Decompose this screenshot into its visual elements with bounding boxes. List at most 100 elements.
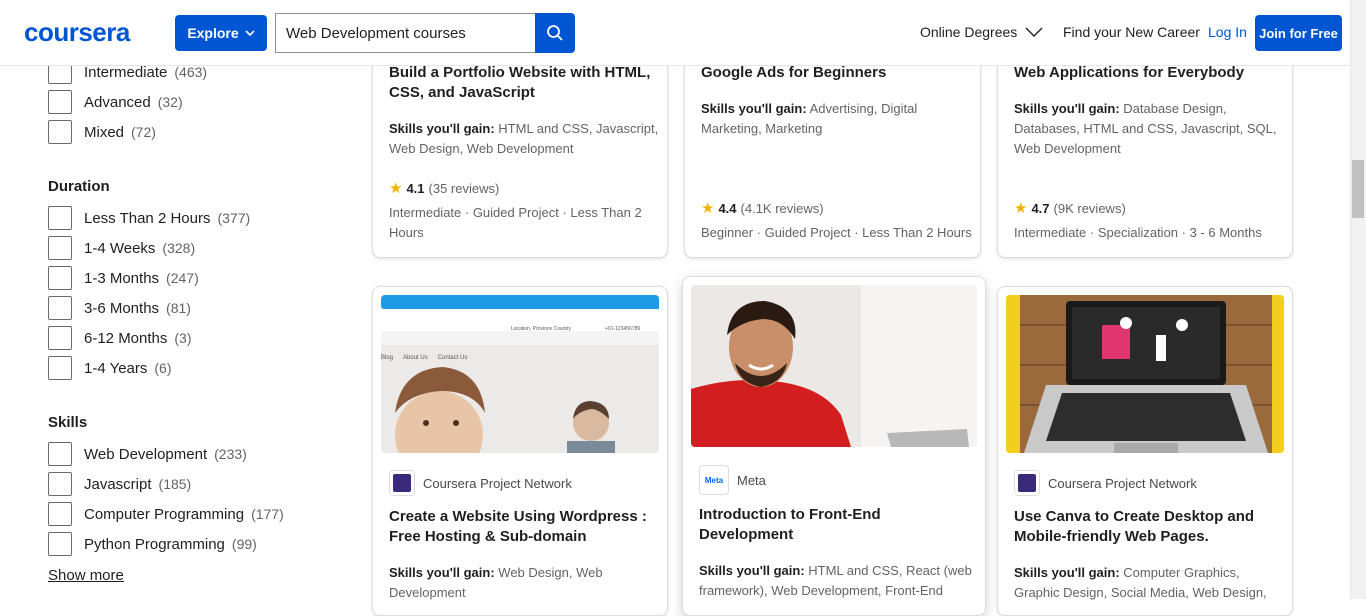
course-card[interactable]: Meta Meta Introduction to Front-End Deve… (682, 276, 986, 616)
filter-label: 1-3 Months (84, 269, 160, 287)
checkbox[interactable] (48, 90, 72, 114)
checkbox[interactable] (48, 442, 72, 466)
skills-label: Skills you'll gain: (701, 101, 807, 116)
course-card[interactable]: Location, Province Country +01-123456789… (372, 286, 668, 616)
filter-option-mixed[interactable]: Mixed (72) (48, 120, 156, 144)
checkbox[interactable] (48, 472, 72, 496)
checkbox[interactable] (48, 356, 72, 380)
page-scrollbar[interactable] (1350, 0, 1366, 599)
course-meta: Intermediate · Guided Project · Less Tha… (389, 203, 642, 243)
filter-count: (185) (158, 476, 192, 492)
checkbox[interactable] (48, 236, 72, 260)
join-for-free-button[interactable]: Join for Free (1255, 15, 1342, 51)
skills-label: Skills you'll gain: (1014, 565, 1120, 580)
course-thumbnail (691, 285, 977, 447)
checkbox[interactable] (48, 120, 72, 144)
course-skills: Skills you'll gain: HTML and CSS, React … (699, 561, 972, 601)
course-meta: Beginner · Guided Project · Less Than 2 … (701, 223, 972, 243)
filter-option-skill[interactable]: Javascript (185) (48, 472, 191, 496)
chevron-down-icon (1025, 27, 1043, 37)
course-rating: ★ 4.4 (4.1K reviews) (701, 199, 824, 217)
explore-button[interactable]: Explore (175, 15, 267, 51)
course-title[interactable]: Introduction to Front-End Development (699, 505, 881, 545)
search-button[interactable] (535, 13, 575, 53)
checkbox[interactable] (48, 296, 72, 320)
filter-label: 6-12 Months (84, 329, 168, 347)
chevron-down-icon (245, 30, 255, 36)
filter-count: (247) (166, 270, 199, 286)
partner-info: Coursera Project Network (389, 470, 572, 496)
course-title-line: Create a Website Using Wordpress : (389, 508, 647, 525)
course-thumbnail (1006, 295, 1284, 453)
rating-value: 4.4 (718, 200, 737, 216)
star-icon: ★ (701, 200, 715, 217)
course-title-line: Mobile-friendly Web Pages. (1014, 528, 1209, 545)
course-title-line: Introduction to Front-End (699, 506, 881, 523)
meta-logo: Meta (699, 465, 729, 495)
meta-thumbnail-image (691, 285, 977, 447)
checkbox[interactable] (48, 326, 72, 350)
skills-label: Skills you'll gain: (699, 563, 805, 578)
filter-option-duration[interactable]: Less Than 2 Hours (377) (48, 206, 250, 230)
skills-text: Development (389, 585, 466, 600)
star-icon: ★ (1014, 200, 1028, 217)
filter-option-skill[interactable]: Computer Programming (177) (48, 502, 284, 526)
checkbox[interactable] (48, 532, 72, 556)
scrollbar-thumb[interactable] (1352, 160, 1364, 218)
filter-label: Advanced (84, 93, 151, 111)
filter-option-skill[interactable]: Python Programming (99) (48, 532, 257, 556)
login-link[interactable]: Log In (1208, 24, 1247, 40)
course-title[interactable]: Use Canva to Create Desktop and Mobile-f… (1014, 507, 1254, 547)
filter-option-duration[interactable]: 6-12 Months (3) (48, 326, 192, 350)
course-title-line: CSS, and JavaScript (389, 84, 535, 101)
skills-label: Skills you'll gain: (389, 121, 495, 136)
course-title[interactable]: Web Applications for Everybody (1014, 63, 1244, 83)
filter-option-advanced[interactable]: Advanced (32) (48, 90, 183, 114)
wordpress-thumbnail-image (381, 295, 659, 453)
skills-text: HTML and CSS, Javascript, (494, 121, 659, 136)
nav-find-career[interactable]: Find your New Career (1063, 24, 1200, 40)
course-thumbnail: Location, Province Country +01-123456789… (381, 295, 659, 453)
search-input[interactable]: Web Development courses (275, 13, 535, 53)
course-title[interactable]: Google Ads for Beginners (701, 63, 886, 83)
filter-option-duration[interactable]: 1-4 Years (6) (48, 356, 172, 380)
partner-info: Coursera Project Network (1014, 470, 1197, 496)
filter-option-duration[interactable]: 1-3 Months (247) (48, 266, 199, 290)
thumb-nav-link: Blog (381, 355, 394, 361)
coursera-project-network-logo (389, 470, 415, 496)
filter-option-duration[interactable]: 1-4 Weeks (328) (48, 236, 195, 260)
nav-online-degrees[interactable]: Online Degrees (920, 24, 1043, 40)
course-rating: ★ 4.7 (9K reviews) (1014, 199, 1126, 217)
checkbox[interactable] (48, 266, 72, 290)
course-title-line: Web Applications for Everybody (1014, 64, 1245, 81)
course-title[interactable]: Create a Website Using Wordpress : Free … (389, 507, 647, 547)
filter-option-skill[interactable]: Web Development (233) (48, 442, 247, 466)
nav-online-label: Online Degrees (920, 24, 1018, 40)
skills-text: HTML and CSS, React (web (804, 563, 972, 578)
review-count: (9K reviews) (1053, 200, 1126, 216)
filter-option-duration[interactable]: 3-6 Months (81) (48, 296, 191, 320)
course-title[interactable]: Build a Portfolio Website with HTML, CSS… (389, 63, 650, 103)
checkbox[interactable] (48, 206, 72, 230)
course-skills: Skills you'll gain: Advertising, Digital… (701, 99, 917, 139)
course-title-line: Build a Portfolio Website with HTML, (389, 64, 651, 81)
filter-count: (377) (217, 210, 251, 226)
checkbox[interactable] (48, 502, 72, 526)
filter-count: (3) (174, 330, 192, 346)
course-skills: Skills you'll gain: Web Design, Web Deve… (389, 563, 603, 603)
filter-label: Computer Programming (84, 505, 245, 523)
thumb-nav-phone: +01-123456789 (605, 326, 641, 332)
course-title-line: Free Hosting & Sub-domain (389, 528, 587, 545)
coursera-logo[interactable]: coursera (24, 17, 130, 48)
show-more-link[interactable]: Show more (48, 567, 124, 584)
filter-label: 1-4 Years (84, 359, 148, 377)
filter-label: Javascript (84, 475, 152, 493)
course-title-line: Google Ads for Beginners (701, 64, 887, 81)
filter-count: (6) (154, 360, 172, 376)
filter-label: Less Than 2 Hours (84, 209, 211, 227)
course-card[interactable]: Coursera Project Network Use Canva to Cr… (997, 286, 1293, 616)
filter-count: (233) (214, 446, 247, 462)
explore-label: Explore (187, 25, 239, 41)
meta-line: Hours (389, 225, 424, 240)
partner-name: Coursera Project Network (1048, 475, 1197, 491)
